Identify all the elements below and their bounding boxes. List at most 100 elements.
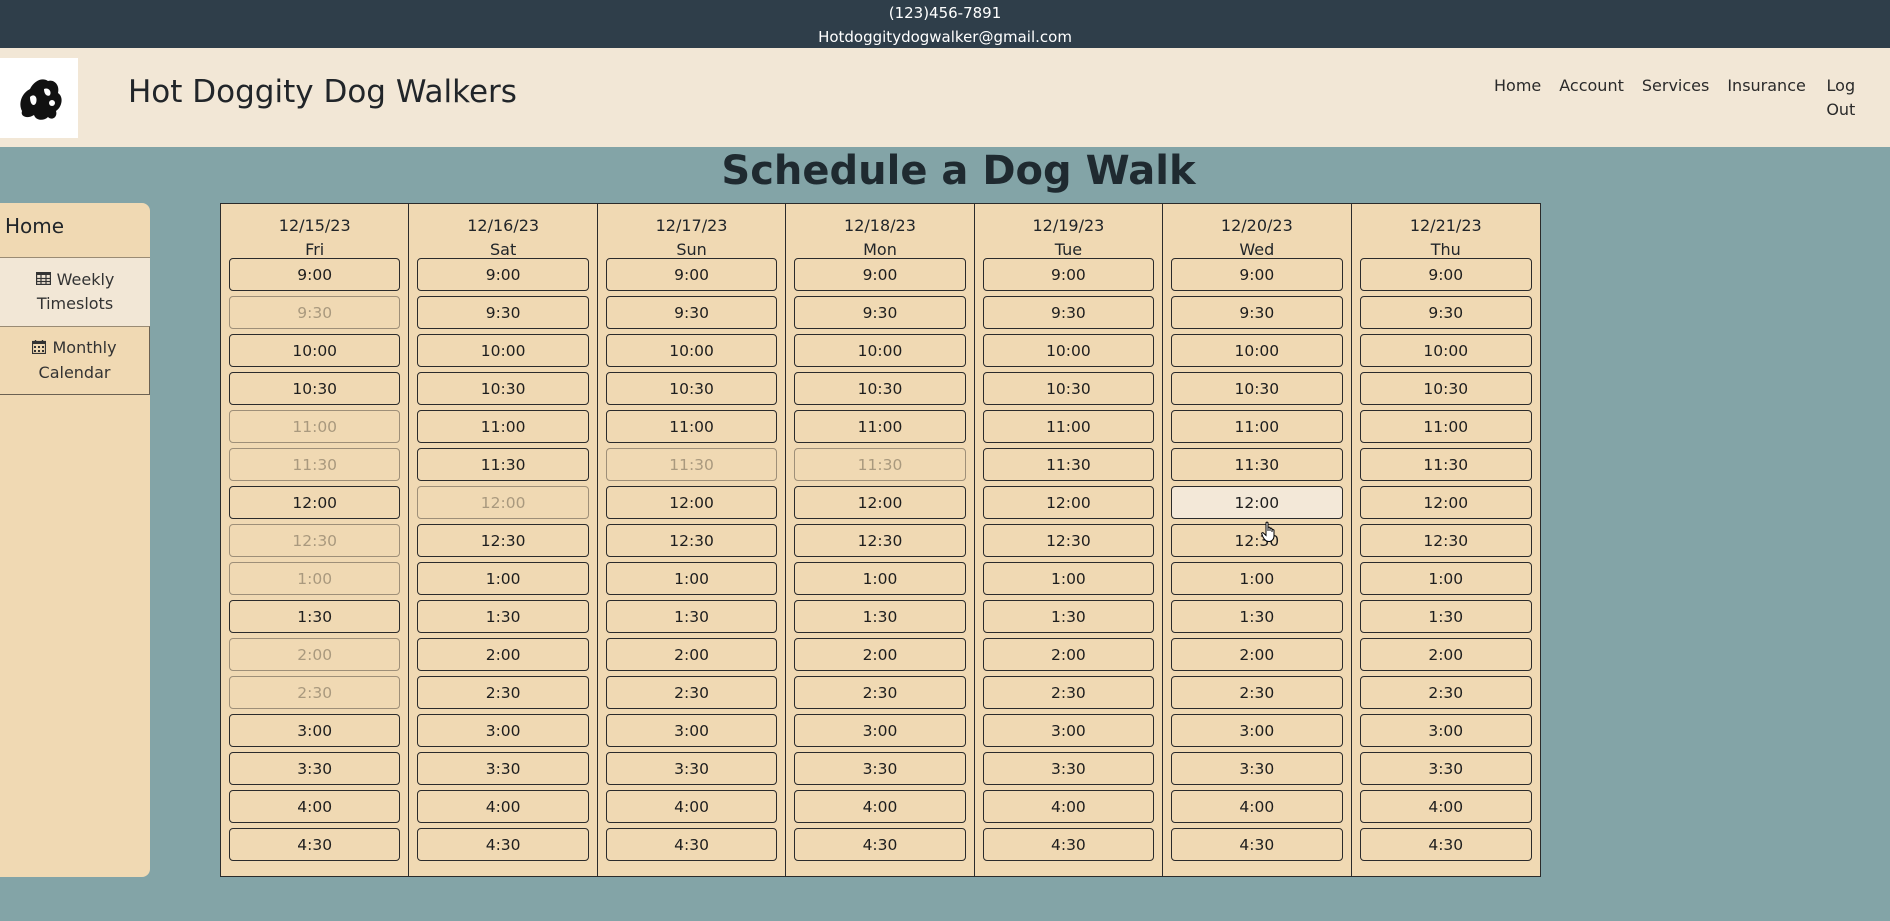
timeslot-button[interactable]: 11:30: [982, 448, 1155, 481]
timeslot-button-unavailable[interactable]: 2:30: [229, 676, 401, 709]
timeslot-button[interactable]: 1:30: [982, 600, 1155, 633]
timeslot-button[interactable]: 10:00: [1359, 334, 1532, 367]
timeslot-button[interactable]: 4:30: [982, 828, 1155, 861]
site-title[interactable]: Hot Doggity Dog Walkers: [128, 74, 517, 110]
timeslot-button[interactable]: 9:00: [229, 258, 401, 291]
timeslot-button[interactable]: 9:00: [605, 258, 778, 291]
timeslot-button-unavailable[interactable]: 12:00: [417, 486, 589, 519]
timeslot-button[interactable]: 11:00: [1171, 410, 1343, 443]
sidebar-home-link[interactable]: Home: [0, 203, 150, 257]
timeslot-button[interactable]: 3:30: [605, 752, 778, 785]
timeslot-button[interactable]: 11:00: [794, 410, 966, 443]
nav-services[interactable]: Services: [1642, 74, 1709, 122]
timeslot-button[interactable]: 10:30: [605, 372, 778, 405]
timeslot-button[interactable]: 9:00: [982, 258, 1155, 291]
timeslot-button[interactable]: 3:00: [605, 714, 778, 747]
timeslot-button[interactable]: 3:00: [794, 714, 966, 747]
timeslot-button-unavailable[interactable]: 11:30: [229, 448, 401, 481]
timeslot-button[interactable]: 9:00: [794, 258, 966, 291]
timeslot-button[interactable]: 2:30: [605, 676, 778, 709]
timeslot-button[interactable]: 10:00: [417, 334, 589, 367]
timeslot-button[interactable]: 2:00: [982, 638, 1155, 671]
timeslot-button[interactable]: 12:30: [417, 524, 589, 557]
timeslot-button[interactable]: 1:00: [794, 562, 966, 595]
nav-logout[interactable]: Log Out: [1824, 74, 1858, 122]
timeslot-button[interactable]: 12:00: [605, 486, 778, 519]
timeslot-button[interactable]: 4:00: [229, 790, 401, 823]
timeslot-button[interactable]: 3:00: [982, 714, 1155, 747]
timeslot-button[interactable]: 4:00: [417, 790, 589, 823]
timeslot-button[interactable]: 4:30: [1359, 828, 1532, 861]
timeslot-button[interactable]: 10:30: [794, 372, 966, 405]
timeslot-button[interactable]: 10:30: [982, 372, 1155, 405]
timeslot-button-unavailable[interactable]: 12:30: [229, 524, 401, 557]
timeslot-button[interactable]: 1:00: [1359, 562, 1532, 595]
timeslot-button[interactable]: 4:30: [229, 828, 401, 861]
timeslot-button[interactable]: 10:00: [605, 334, 778, 367]
timeslot-button[interactable]: 3:30: [1359, 752, 1532, 785]
timeslot-button[interactable]: 12:30: [1359, 524, 1532, 557]
timeslot-button[interactable]: 11:00: [417, 410, 589, 443]
timeslot-button[interactable]: 3:00: [1171, 714, 1343, 747]
timeslot-button[interactable]: 9:30: [794, 296, 966, 329]
timeslot-button[interactable]: 3:30: [982, 752, 1155, 785]
sidebar-item-monthly-calendar[interactable]: Monthly Calendar: [0, 326, 150, 395]
timeslot-button[interactable]: 2:00: [605, 638, 778, 671]
timeslot-button[interactable]: 3:00: [417, 714, 589, 747]
timeslot-button[interactable]: 2:00: [1171, 638, 1343, 671]
timeslot-button[interactable]: 4:00: [982, 790, 1155, 823]
timeslot-button[interactable]: 4:00: [605, 790, 778, 823]
timeslot-button[interactable]: 12:30: [1171, 524, 1343, 557]
timeslot-button[interactable]: 11:30: [1359, 448, 1532, 481]
timeslot-button[interactable]: 10:00: [794, 334, 966, 367]
timeslot-button[interactable]: 4:30: [794, 828, 966, 861]
timeslot-button[interactable]: 10:00: [1171, 334, 1343, 367]
dog-logo-icon[interactable]: [0, 58, 78, 138]
timeslot-button[interactable]: 1:00: [982, 562, 1155, 595]
timeslot-button[interactable]: 12:00: [1171, 486, 1343, 519]
timeslot-button[interactable]: 3:00: [229, 714, 401, 747]
nav-insurance[interactable]: Insurance: [1727, 74, 1806, 122]
timeslot-button[interactable]: 1:30: [417, 600, 589, 633]
timeslot-button[interactable]: 2:30: [794, 676, 966, 709]
timeslot-button-unavailable[interactable]: 2:00: [229, 638, 401, 671]
timeslot-button[interactable]: 2:30: [982, 676, 1155, 709]
timeslot-button[interactable]: 4:30: [605, 828, 778, 861]
timeslot-button[interactable]: 10:30: [229, 372, 401, 405]
timeslot-button[interactable]: 3:30: [417, 752, 589, 785]
timeslot-button[interactable]: 12:00: [794, 486, 966, 519]
timeslot-button[interactable]: 1:30: [794, 600, 966, 633]
timeslot-button[interactable]: 9:30: [1359, 296, 1532, 329]
timeslot-button-unavailable[interactable]: 11:00: [229, 410, 401, 443]
timeslot-button[interactable]: 11:00: [605, 410, 778, 443]
timeslot-button[interactable]: 12:00: [229, 486, 401, 519]
timeslot-button[interactable]: 12:30: [982, 524, 1155, 557]
timeslot-button[interactable]: 4:30: [417, 828, 589, 861]
timeslot-button[interactable]: 9:30: [417, 296, 589, 329]
timeslot-button[interactable]: 11:00: [1359, 410, 1532, 443]
timeslot-button[interactable]: 9:30: [1171, 296, 1343, 329]
timeslot-button[interactable]: 11:30: [417, 448, 589, 481]
timeslot-button[interactable]: 3:00: [1359, 714, 1532, 747]
timeslot-button-unavailable[interactable]: 11:30: [605, 448, 778, 481]
timeslot-button[interactable]: 3:30: [794, 752, 966, 785]
timeslot-button[interactable]: 10:30: [1359, 372, 1532, 405]
timeslot-button[interactable]: 1:30: [1171, 600, 1343, 633]
timeslot-button[interactable]: 9:00: [417, 258, 589, 291]
nav-home[interactable]: Home: [1494, 74, 1541, 122]
timeslot-button[interactable]: 10:00: [982, 334, 1155, 367]
timeslot-button[interactable]: 12:30: [794, 524, 966, 557]
timeslot-button[interactable]: 12:00: [1359, 486, 1532, 519]
timeslot-button[interactable]: 4:00: [794, 790, 966, 823]
nav-account[interactable]: Account: [1559, 74, 1624, 122]
timeslot-button[interactable]: 9:30: [982, 296, 1155, 329]
timeslot-button[interactable]: 2:30: [417, 676, 589, 709]
timeslot-button[interactable]: 2:00: [794, 638, 966, 671]
timeslot-button[interactable]: 1:30: [229, 600, 401, 633]
timeslot-button[interactable]: 1:30: [605, 600, 778, 633]
timeslot-button[interactable]: 4:00: [1171, 790, 1343, 823]
timeslot-button[interactable]: 10:30: [417, 372, 589, 405]
timeslot-button[interactable]: 4:00: [1359, 790, 1532, 823]
timeslot-button[interactable]: 2:00: [1359, 638, 1532, 671]
timeslot-button[interactable]: 12:00: [982, 486, 1155, 519]
